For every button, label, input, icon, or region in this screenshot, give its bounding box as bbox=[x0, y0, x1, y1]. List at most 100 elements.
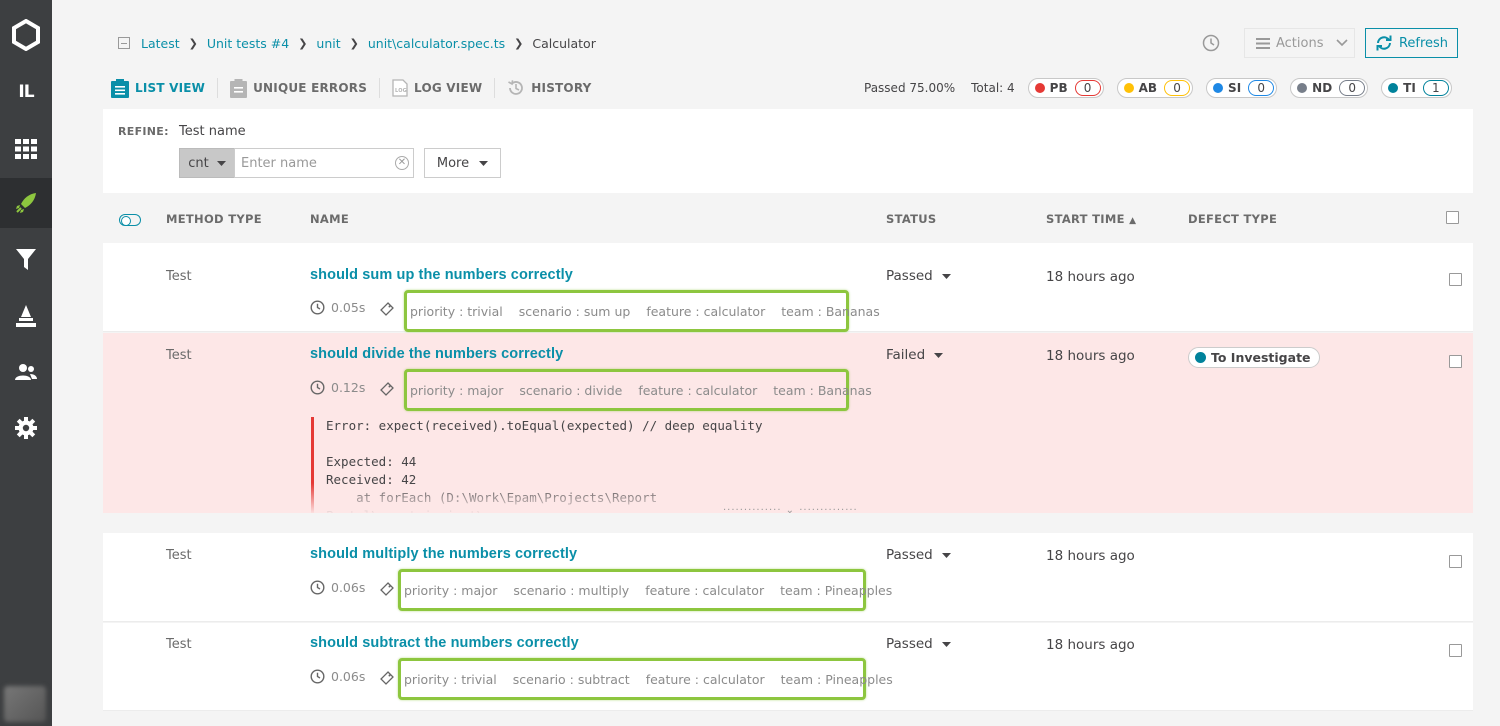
refresh-label: Refresh bbox=[1398, 35, 1449, 51]
row-checkbox[interactable] bbox=[1449, 273, 1462, 286]
reportportal-logo-icon[interactable] bbox=[0, 10, 52, 60]
defect-count: 0 bbox=[1248, 80, 1275, 96]
log-view-icon: LOG bbox=[392, 79, 408, 97]
test-name-link[interactable]: should sum up the numbers correctly bbox=[310, 267, 573, 283]
defect-type-badge[interactable]: To Investigate bbox=[1188, 347, 1320, 368]
status-dropdown[interactable]: Passed bbox=[886, 636, 951, 652]
actions-label: Actions bbox=[1276, 35, 1324, 51]
defect-pill-pb[interactable]: PB 0 bbox=[1027, 78, 1104, 98]
attribute[interactable]: team : Pineapples bbox=[780, 583, 892, 598]
more-filters-button[interactable]: More bbox=[424, 148, 501, 178]
defect-pill-ti[interactable]: TI 1 bbox=[1381, 78, 1452, 98]
row-checkbox[interactable] bbox=[1449, 644, 1462, 657]
select-all-checkbox[interactable] bbox=[1446, 211, 1459, 224]
status-value: Passed bbox=[886, 636, 933, 652]
launches-rocket-icon[interactable] bbox=[0, 178, 52, 228]
filters-icon[interactable] bbox=[0, 235, 52, 285]
caret-down-icon bbox=[941, 273, 951, 279]
row-checkbox[interactable] bbox=[1449, 555, 1462, 568]
attribute[interactable]: feature : calculator bbox=[645, 583, 764, 598]
start-time: 18 hours ago bbox=[1046, 269, 1135, 285]
expand-log-icon[interactable]: ·············· ⌄ ·············· bbox=[723, 505, 858, 516]
start-time: 18 hours ago bbox=[1046, 348, 1135, 364]
actions-dropdown[interactable]: Actions bbox=[1244, 28, 1355, 58]
method-type: Test bbox=[166, 348, 192, 363]
defect-code: SI bbox=[1228, 81, 1242, 95]
refresh-button[interactable]: Refresh bbox=[1365, 28, 1458, 58]
settings-gear-icon[interactable] bbox=[0, 403, 52, 453]
duration: 0.12s bbox=[310, 380, 365, 395]
project-selector[interactable]: IL bbox=[0, 67, 52, 117]
defect-pill-si[interactable]: SI 0 bbox=[1206, 78, 1278, 98]
attribute[interactable]: scenario : divide bbox=[519, 383, 622, 398]
tag-icon bbox=[380, 582, 394, 596]
attribute[interactable]: priority : major bbox=[410, 383, 503, 398]
column-status[interactable]: STATUS bbox=[886, 212, 937, 226]
status-dropdown[interactable]: Passed bbox=[886, 547, 951, 563]
breadcrumb-suite[interactable]: unit bbox=[316, 36, 340, 51]
debug-icon[interactable] bbox=[0, 291, 52, 341]
condition-dropdown[interactable]: cnt bbox=[179, 148, 235, 178]
test-name-link[interactable]: should multiply the numbers correctly bbox=[310, 546, 577, 562]
defect-count: 0 bbox=[1164, 80, 1191, 96]
column-start-time[interactable]: START TIME ▲ bbox=[1046, 212, 1136, 226]
tag-icon bbox=[380, 302, 394, 316]
tab-unique-errors[interactable]: UNIQUE ERRORS bbox=[218, 78, 381, 98]
main-content: Latest ❯ Unit tests #4 ❯ unit ❯ unit\cal… bbox=[52, 0, 1500, 726]
status-dropdown[interactable]: Passed bbox=[886, 268, 951, 284]
tab-label: HISTORY bbox=[531, 81, 592, 95]
attribute[interactable]: scenario : sum up bbox=[519, 304, 631, 319]
condition-value: cnt bbox=[188, 155, 209, 171]
attribute[interactable]: priority : trivial bbox=[404, 672, 497, 687]
duration: 0.06s bbox=[310, 580, 365, 595]
row-checkbox[interactable] bbox=[1449, 355, 1462, 368]
clear-input-icon[interactable]: ✕ bbox=[395, 156, 409, 170]
attribute[interactable]: priority : trivial bbox=[410, 304, 503, 319]
caret-down-icon bbox=[941, 641, 951, 647]
column-name[interactable]: NAME bbox=[310, 212, 349, 226]
defect-count: 1 bbox=[1422, 80, 1449, 96]
breadcrumb-launch[interactable]: Unit tests #4 bbox=[207, 36, 289, 51]
caret-down-icon bbox=[934, 352, 944, 358]
breadcrumb-latest[interactable]: Latest bbox=[141, 36, 180, 51]
attribute[interactable]: feature : calculator bbox=[646, 304, 765, 319]
tab-log-view[interactable]: LOG LOG VIEW bbox=[380, 78, 496, 98]
user-avatar[interactable] bbox=[4, 686, 46, 722]
total-count: Total: 4 bbox=[971, 81, 1015, 95]
attribute[interactable]: team : Bananas bbox=[773, 383, 872, 398]
test-name-link[interactable]: should subtract the numbers correctly bbox=[310, 635, 579, 651]
toggle-switch[interactable] bbox=[119, 214, 141, 226]
test-name-link[interactable]: should divide the numbers correctly bbox=[310, 346, 563, 362]
column-defect-type[interactable]: DEFECT TYPE bbox=[1188, 212, 1277, 226]
tab-label: UNIQUE ERRORS bbox=[253, 81, 368, 95]
chevron-right-icon: ❯ bbox=[349, 36, 359, 50]
duration: 0.05s bbox=[310, 300, 365, 315]
product-bug-dot-icon bbox=[1034, 83, 1045, 93]
column-method-type[interactable]: METHOD TYPE bbox=[166, 212, 262, 226]
method-type: Test bbox=[166, 548, 192, 563]
status-dropdown[interactable]: Failed bbox=[886, 347, 944, 363]
tab-history[interactable]: HISTORY bbox=[495, 78, 603, 98]
attribute[interactable]: scenario : subtract bbox=[513, 672, 630, 687]
status-value: Passed bbox=[886, 268, 933, 284]
history-clock-icon[interactable] bbox=[1202, 34, 1220, 52]
collapse-tree-icon[interactable] bbox=[118, 37, 130, 49]
attributes-list: priority : trivial scenario : sum up fea… bbox=[404, 290, 880, 332]
breadcrumb-spec[interactable]: unit\calculator.spec.ts bbox=[368, 36, 505, 51]
attribute[interactable]: team : Pineapples bbox=[781, 672, 893, 687]
attribute[interactable]: priority : major bbox=[404, 583, 497, 598]
table-row: Test should sum up the numbers correctly… bbox=[103, 243, 1473, 332]
attributes-list: priority : major scenario : divide featu… bbox=[404, 369, 872, 411]
attribute[interactable]: feature : calculator bbox=[638, 383, 757, 398]
attribute[interactable]: feature : calculator bbox=[646, 672, 765, 687]
attribute[interactable]: scenario : multiply bbox=[513, 583, 629, 598]
defect-pill-ab[interactable]: AB 0 bbox=[1116, 78, 1194, 98]
defect-pill-nd[interactable]: ND 0 bbox=[1290, 78, 1369, 98]
members-icon[interactable] bbox=[0, 347, 52, 397]
tab-list-view[interactable]: LIST VIEW bbox=[111, 78, 219, 98]
defect-code: PB bbox=[1049, 81, 1068, 95]
test-name-input[interactable] bbox=[234, 148, 414, 178]
dashboards-icon[interactable] bbox=[0, 124, 52, 174]
attribute[interactable]: team : Bananas bbox=[781, 304, 880, 319]
chevron-down-icon bbox=[1335, 39, 1348, 47]
